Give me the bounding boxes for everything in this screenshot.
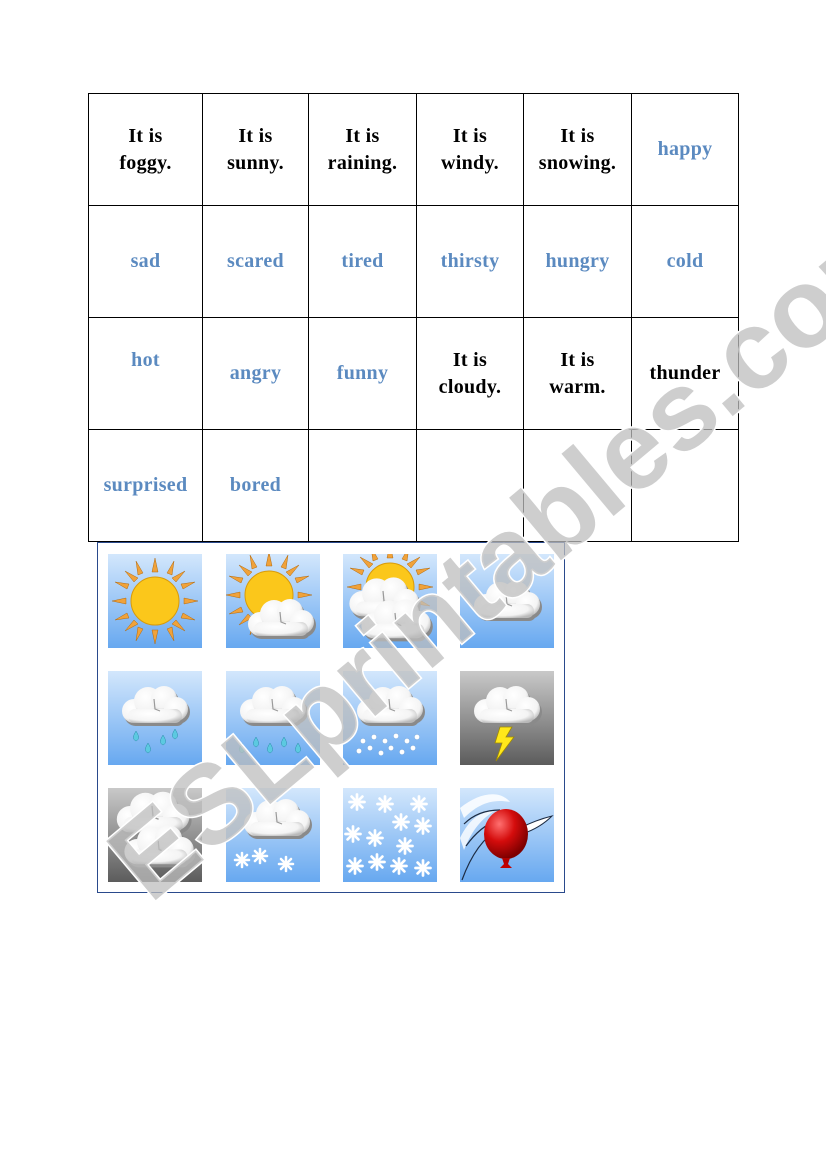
thunderstorm-icon: [460, 671, 554, 765]
card-line: It is: [560, 348, 595, 371]
card-line: foggy.: [119, 151, 172, 174]
table-row: hot angry funny It is cloudy. It is warm. …: [88, 317, 739, 430]
card-line: It is: [345, 124, 380, 147]
card-empty: [308, 429, 417, 542]
card-line: tired: [341, 250, 384, 272]
card-line: windy.: [441, 151, 499, 174]
card-line: It is: [128, 124, 163, 147]
table-row: It is foggy. It is sunny. It is raining. It…: [88, 93, 739, 206]
card-angry: angry: [202, 317, 309, 430]
card-line: snowing.: [538, 151, 617, 174]
card-line: It is: [452, 348, 488, 371]
card-it-is-snowing: It is snowing.: [523, 93, 632, 206]
snow-cloud-icon: [226, 788, 320, 882]
card-surprised: surprised: [88, 429, 203, 542]
card-line: warm.: [549, 375, 606, 398]
card-it-is-cloudy: It is cloudy.: [416, 317, 524, 430]
rain-cloud-icon: [108, 671, 202, 765]
card-line: sad: [130, 250, 161, 272]
sun-behind-cloud-icon: [226, 554, 320, 648]
card-empty: [631, 429, 739, 542]
card-sad: sad: [88, 205, 203, 318]
card-empty: [416, 429, 524, 542]
card-it-is-sunny: It is sunny.: [202, 93, 309, 206]
card-line: It is: [238, 124, 273, 147]
cloud-icon: [460, 554, 554, 648]
card-line: It is: [560, 124, 595, 147]
table-row: surprised bored: [88, 429, 739, 542]
card-thirsty: thirsty: [416, 205, 524, 318]
card-tired: tired: [308, 205, 417, 318]
card-line: angry: [229, 362, 282, 384]
vocabulary-card-table: It is foggy. It is sunny. It is raining. It…: [88, 93, 739, 542]
card-it-is-windy: It is windy.: [416, 93, 524, 206]
sun-icon: [108, 554, 202, 648]
card-line: hungry: [545, 250, 610, 272]
card-hungry: hungry: [523, 205, 632, 318]
card-it-is-raining: It is raining.: [308, 93, 417, 206]
card-line: cloudy.: [438, 375, 502, 398]
card-line: thirsty: [440, 250, 500, 272]
table-row: sad scared tired thirsty hungry cold: [88, 205, 739, 318]
card-line: hot: [131, 349, 160, 371]
wind-balloon-icon: [460, 788, 554, 882]
card-line: cold: [666, 250, 704, 272]
card-empty: [523, 429, 632, 542]
card-line: sunny.: [227, 151, 284, 174]
card-bored: bored: [202, 429, 309, 542]
card-it-is-warm: It is warm.: [523, 317, 632, 430]
card-hot: hot: [88, 317, 203, 430]
card-thunder: thunder: [631, 317, 739, 430]
card-line: raining.: [327, 151, 398, 174]
weather-picture-frame: [97, 542, 565, 893]
card-funny: funny: [308, 317, 417, 430]
heavy-rain-cloud-icon: [226, 671, 320, 765]
card-line: bored: [229, 474, 282, 496]
card-line: funny: [336, 362, 389, 384]
card-line: scared: [227, 250, 284, 272]
sun-behind-clouds-icon: [343, 554, 437, 648]
card-line: surprised: [103, 474, 188, 496]
fog-clouds-icon: [108, 788, 202, 882]
card-line: It is: [452, 124, 488, 147]
card-line: happy: [657, 138, 713, 160]
card-it-is-foggy: It is foggy.: [88, 93, 203, 206]
card-cold: cold: [631, 205, 739, 318]
card-line: thunder: [649, 362, 721, 384]
hail-cloud-icon: [343, 671, 437, 765]
card-happy: happy: [631, 93, 739, 206]
snowflakes-icon: [343, 788, 437, 882]
card-scared: scared: [202, 205, 309, 318]
